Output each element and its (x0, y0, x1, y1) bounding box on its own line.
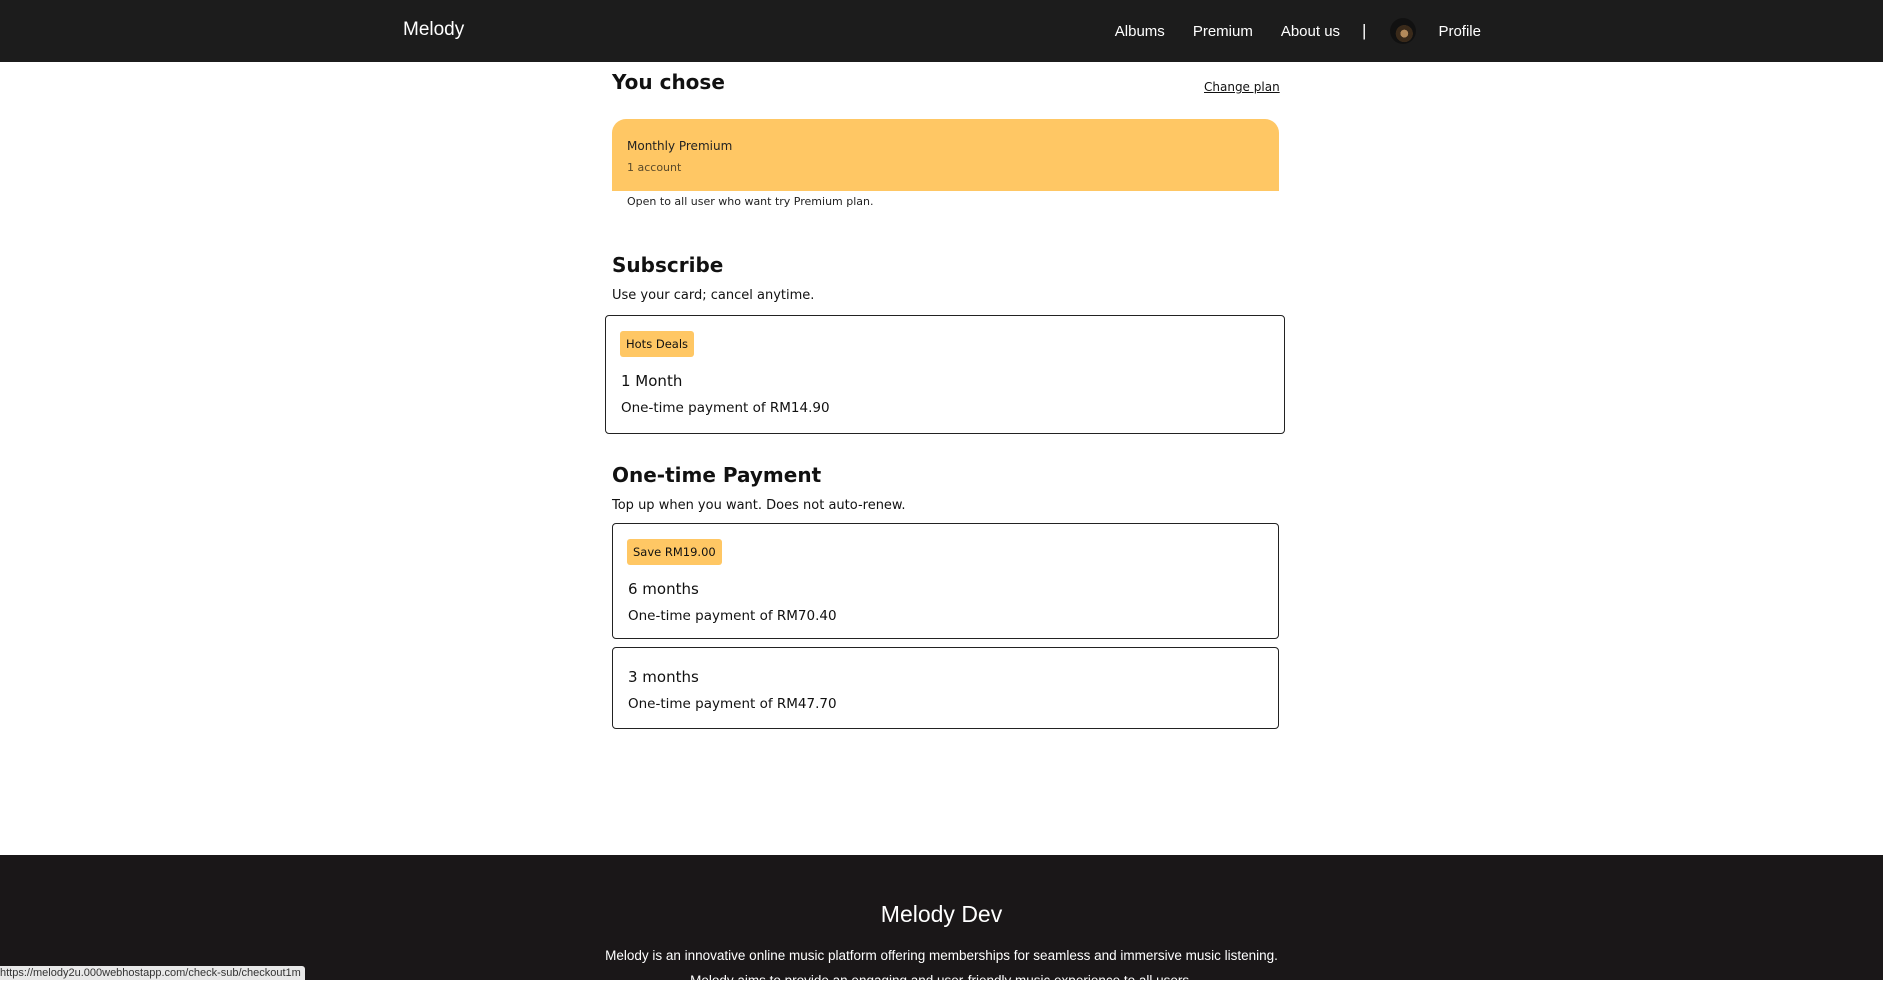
brand-logo[interactable]: Melody (403, 0, 464, 62)
chosen-plan-card: Monthly Premium 1 account (612, 119, 1279, 191)
subscribe-option-1-month[interactable]: Hots Deals 1 Month One-time payment of R… (605, 315, 1285, 434)
hot-deals-badge: Hots Deals (620, 331, 695, 357)
top-navbar: Melody Albums Premium About us | Profile (0, 0, 1883, 62)
nav-links: Albums Premium About us | Profile (1087, 0, 1481, 62)
option-duration: 1 Month (621, 372, 683, 390)
onetime-option-6-months[interactable]: Save RM19.00 6 months One-time payment o… (612, 523, 1279, 639)
option-price: One-time payment of RM14.90 (621, 400, 830, 416)
footer-title: Melody Dev (880, 901, 1003, 927)
nav-separator: | (1362, 21, 1367, 40)
nav-link-albums[interactable]: Albums (1115, 23, 1165, 40)
option-price: One-time payment of RM70.40 (628, 608, 837, 624)
onetime-subtitle: Top up when you want. Does not auto-rene… (612, 498, 906, 513)
option-duration: 3 months (628, 668, 699, 686)
footer: Melody Dev Melody is an innovative onlin… (0, 855, 1883, 988)
onetime-title: One-time Payment (612, 463, 822, 487)
subscribe-title: Subscribe (612, 253, 724, 277)
nav-link-profile[interactable]: Profile (1438, 23, 1481, 40)
chosen-title: You chose (612, 70, 725, 94)
option-duration: 6 months (628, 580, 699, 598)
chosen-plan-note: Open to all user who want try Premium pl… (627, 195, 874, 208)
nav-link-about[interactable]: About us (1281, 23, 1340, 40)
subscribe-subtitle: Use your card; cancel anytime. (612, 288, 815, 303)
change-plan-link[interactable]: Change plan (1204, 80, 1280, 94)
save-badge: Save RM19.00 (627, 539, 722, 565)
chosen-plan-accounts: 1 account (627, 161, 682, 174)
nav-link-premium[interactable]: Premium (1193, 23, 1253, 40)
chosen-plan-name: Monthly Premium (627, 139, 733, 153)
onetime-option-3-months[interactable]: 3 months One-time payment of RM47.70 (612, 647, 1279, 729)
status-bar-url: https://melody2u.000webhostapp.com/check… (0, 966, 305, 980)
option-price: One-time payment of RM47.70 (628, 696, 837, 712)
avatar[interactable] (1390, 18, 1417, 44)
footer-description: Melody is an innovative online music pla… (605, 948, 1278, 963)
